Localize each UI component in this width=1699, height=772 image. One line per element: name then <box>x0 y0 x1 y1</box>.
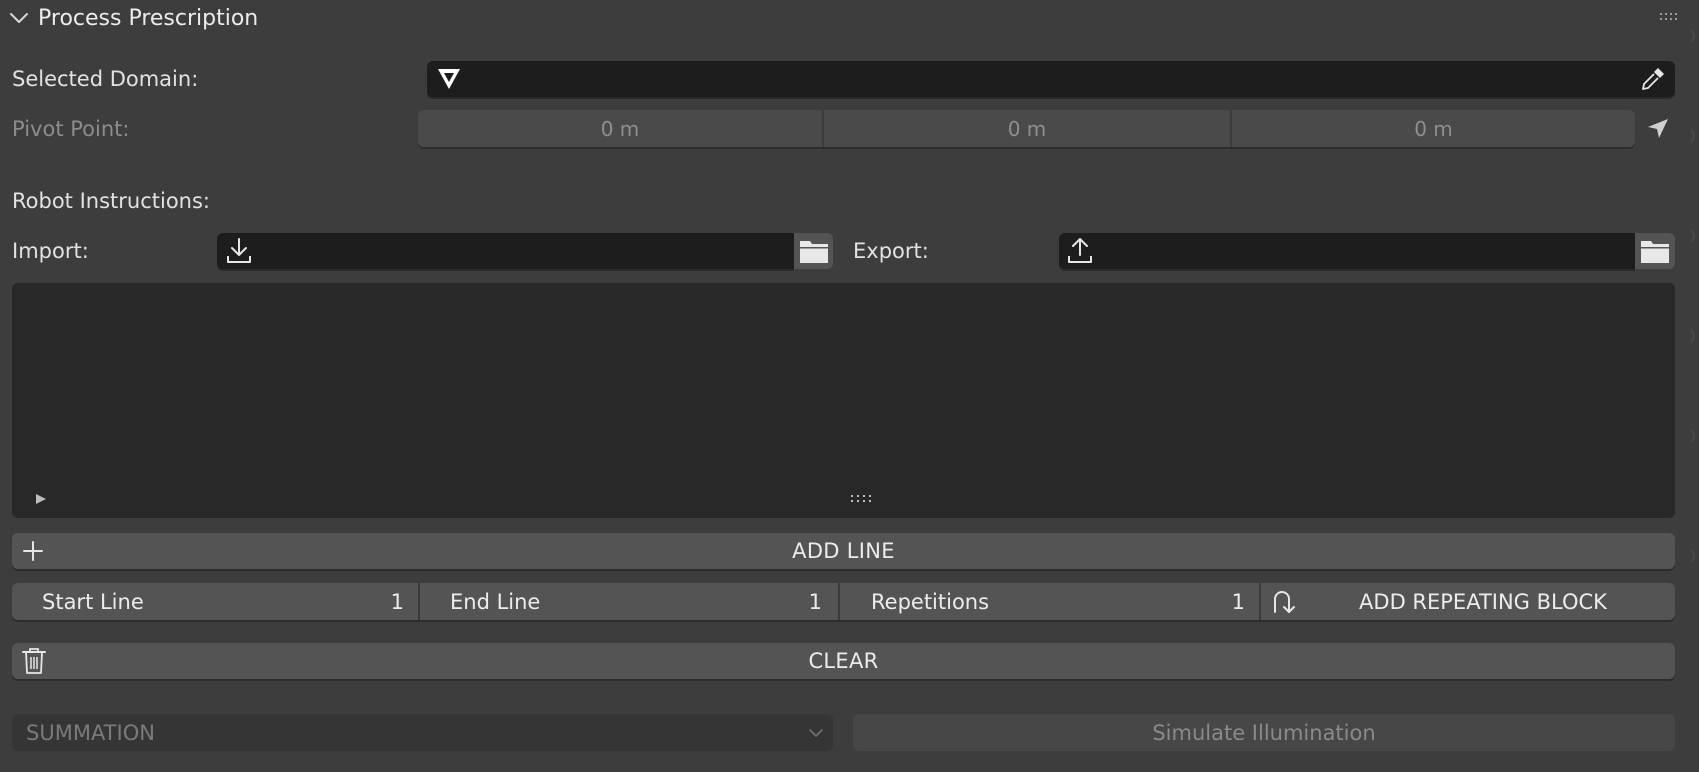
selected-domain-field[interactable] <box>427 61 1675 97</box>
simulate-illumination-label: Simulate Illumination <box>1152 720 1376 745</box>
export-path-field[interactable] <box>1059 233 1635 269</box>
pivot-z-field[interactable]: 0 m <box>1232 110 1635 147</box>
folder-icon <box>799 238 829 264</box>
drag-grip-icon[interactable] <box>1659 12 1681 22</box>
chevron-down-icon[interactable] <box>8 9 30 27</box>
plus-icon <box>22 540 44 562</box>
mode-select[interactable]: SUMMATION <box>12 714 833 751</box>
start-line-value: 1 <box>390 589 404 614</box>
end-line-label: End Line <box>450 589 541 614</box>
mode-select-value: SUMMATION <box>26 720 155 745</box>
trash-icon <box>21 647 47 675</box>
repetitions-value: 1 <box>1231 589 1245 614</box>
selected-domain-label: Selected Domain: <box>12 67 199 91</box>
robot-instructions-label: Robot Instructions: <box>12 189 210 213</box>
start-line-field[interactable]: Start Line 1 <box>12 583 420 620</box>
instructions-list[interactable] <box>12 283 1675 518</box>
add-repeating-block-label: ADD REPEATING BLOCK <box>1359 589 1607 614</box>
end-line-value: 1 <box>808 589 822 614</box>
panel-header[interactable]: Process Prescription <box>0 0 1699 40</box>
export-label: Export: <box>853 239 929 263</box>
pivot-point-fields: 0 m 0 m 0 m <box>418 110 1635 147</box>
mesh-triangle-icon <box>435 66 463 92</box>
repeating-block-row: Start Line 1 End Line 1 Repetitions 1 AD… <box>12 583 1675 620</box>
pivot-x-field[interactable]: 0 m <box>418 110 824 147</box>
folder-icon <box>1640 238 1670 264</box>
panel-title: Process Prescription <box>38 6 259 31</box>
export-browse-button[interactable] <box>1635 233 1675 269</box>
repetitions-label: Repetitions <box>871 589 990 614</box>
loop-arrow-icon <box>1269 588 1297 616</box>
clear-label: CLEAR <box>808 649 879 673</box>
eyedropper-icon[interactable] <box>1639 65 1667 93</box>
upload-icon <box>1065 236 1095 266</box>
end-line-field[interactable]: End Line 1 <box>420 583 840 620</box>
play-triangle-icon[interactable] <box>34 492 48 506</box>
repetitions-field[interactable]: Repetitions 1 <box>840 583 1261 620</box>
add-line-label: ADD LINE <box>792 539 895 563</box>
chevron-down-icon <box>808 727 824 739</box>
start-line-label: Start Line <box>42 589 144 614</box>
add-repeating-block-button[interactable]: ADD REPEATING BLOCK <box>1261 583 1675 620</box>
region-edge <box>1689 0 1699 772</box>
clear-button[interactable]: CLEAR <box>12 643 1675 679</box>
cursor-arrow-icon[interactable] <box>1645 116 1671 142</box>
import-path-field[interactable] <box>217 233 794 269</box>
simulate-illumination-button[interactable]: Simulate Illumination <box>853 714 1675 751</box>
download-icon <box>224 236 254 266</box>
add-line-button[interactable]: ADD LINE <box>12 533 1675 569</box>
pivot-y-field[interactable]: 0 m <box>824 110 1232 147</box>
import-label: Import: <box>12 239 89 263</box>
import-browse-button[interactable] <box>794 233 833 269</box>
pivot-point-label: Pivot Point: <box>12 117 130 141</box>
resize-grip-icon[interactable] <box>850 494 876 504</box>
process-prescription-panel: Process Prescription Selected Domain: Pi… <box>0 0 1699 772</box>
